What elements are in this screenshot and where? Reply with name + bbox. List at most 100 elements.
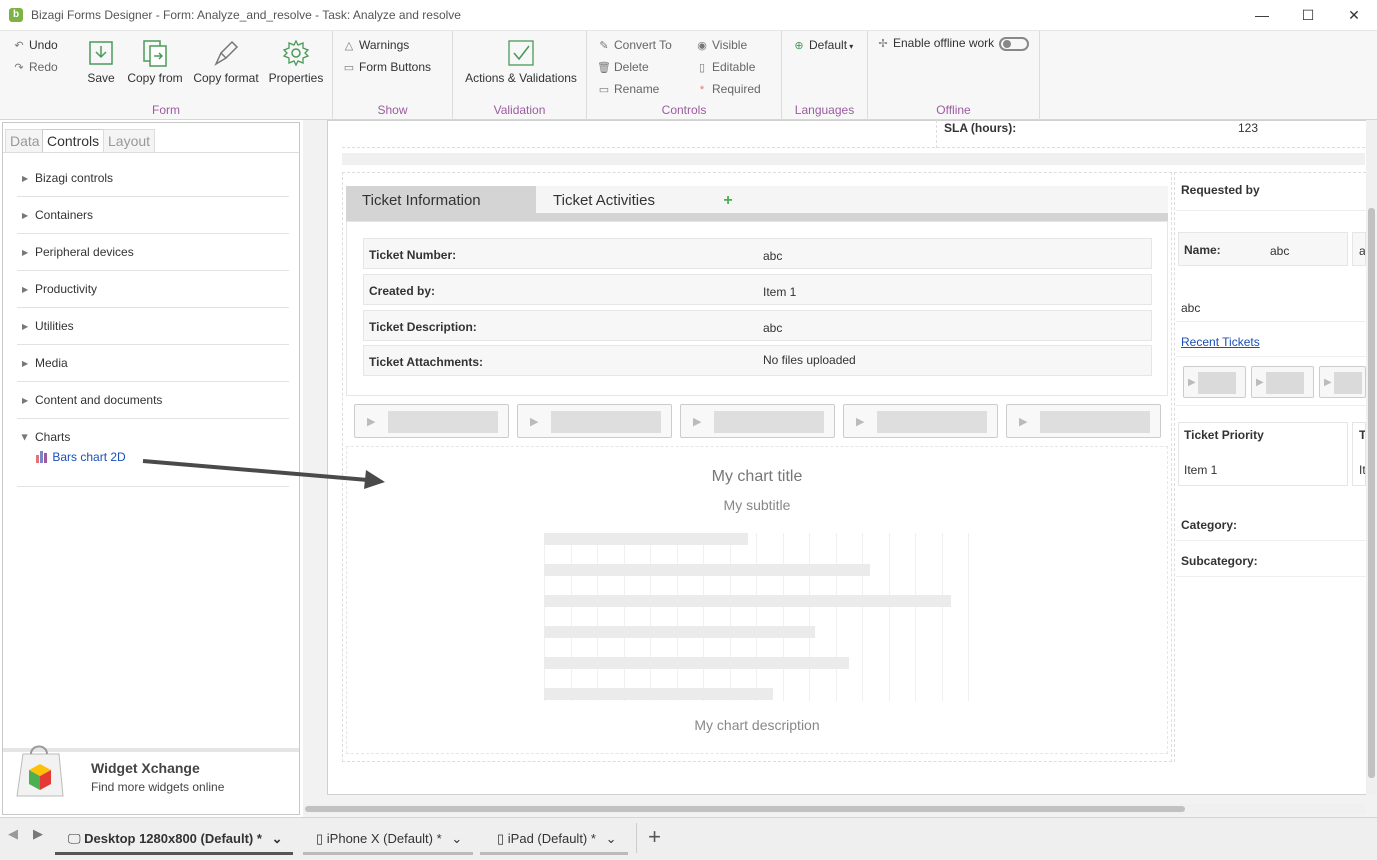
category-productivity[interactable]: ▶ Productivity (17, 271, 289, 308)
horizontal-scrollbar[interactable] (303, 804, 1366, 814)
chart-gridline (915, 533, 916, 701)
show-group: △ Warnings ▭ Form Buttons Show (333, 31, 453, 120)
globe-icon: ⊕ (794, 40, 804, 52)
created-by-field[interactable]: Created by: Item 1 (363, 274, 1152, 305)
tab-ticket-information[interactable]: Ticket Information (346, 186, 536, 214)
tab-desktop[interactable]: 🖵 Desktop 1280x800 (Default) * ⌄ (68, 828, 282, 852)
ticket-description-field[interactable]: Ticket Description: abc (363, 310, 1152, 341)
recent-button-3[interactable]: ▶ (1319, 366, 1366, 398)
required-button[interactable]: * Required (695, 82, 761, 96)
recent-button-1[interactable]: ▶ (1183, 366, 1246, 398)
field-value: a (1359, 244, 1366, 258)
chevron-down-icon[interactable]: ⌄ (606, 831, 617, 846)
category-peripheral-devices[interactable]: ▶ Peripheral devices (17, 234, 289, 271)
minimize-button[interactable]: — (1239, 0, 1285, 31)
button-placeholder (551, 411, 661, 433)
action-button-2[interactable]: ▶ (517, 404, 672, 438)
field-value: No files uploaded (763, 353, 856, 367)
vertical-scroll-thumb[interactable] (1368, 208, 1375, 778)
visible-button[interactable]: ◉ Visible (695, 38, 747, 52)
copy-from-button[interactable]: Copy from (125, 39, 185, 85)
show-group-label: Show (377, 103, 408, 117)
action-button-1[interactable]: ▶ (354, 404, 509, 438)
chart-bar (544, 564, 870, 576)
delete-button[interactable]: 🗑 Delete (597, 60, 649, 74)
chevron-down-icon[interactable]: ⌄ (272, 831, 283, 846)
save-button[interactable]: Save (86, 39, 116, 85)
subcategory-field[interactable]: Subcategory: (1176, 545, 1366, 577)
widget-xchange-banner[interactable]: Widget Xchange Find more widgets online (3, 745, 299, 813)
category-bizagi-controls[interactable]: ▶ Bizagi controls (17, 160, 289, 197)
vertical-scrollbar[interactable] (1366, 120, 1377, 795)
rename-button[interactable]: ▭ Rename (597, 82, 660, 96)
convert-to-button[interactable]: ✎ Convert To (597, 38, 671, 52)
next-arrow-icon[interactable]: ▶ (33, 826, 43, 842)
ticket-priority-field[interactable]: Ticket Priority Item 1 (1178, 422, 1348, 486)
divider (1176, 210, 1366, 211)
warnings-button[interactable]: △ Warnings (342, 38, 409, 52)
copy-format-label: Copy format (193, 71, 259, 85)
tab-data[interactable]: Data (5, 129, 45, 153)
monitor-icon: 🖵 (68, 831, 81, 846)
recent-tickets-link[interactable]: Recent Tickets (1181, 335, 1260, 349)
chart-gridline (544, 533, 545, 701)
tab-controls[interactable]: Controls (42, 129, 105, 153)
tab-ipad[interactable]: ▯ iPad (Default) * ⌄ (497, 828, 616, 852)
unsaved-mark: * (256, 831, 262, 846)
chart-title: My chart title (711, 468, 803, 485)
recent-button-2[interactable]: ▶ (1251, 366, 1314, 398)
action-button-5[interactable]: ▶ (1006, 404, 1161, 438)
category-field[interactable]: Category: (1176, 509, 1366, 541)
unsaved-mark: * (590, 831, 596, 846)
actions-validations-button[interactable]: Actions & Validations (461, 39, 581, 85)
edit-icon: ▯ (698, 62, 706, 74)
prev-arrow-icon[interactable]: ◀ (8, 826, 18, 842)
language-dropdown[interactable]: ⊕ Default ▾ (792, 38, 853, 52)
field-label: T (1359, 428, 1366, 442)
chart-gridline (862, 533, 863, 701)
category-utilities[interactable]: ▶ Utilities (17, 308, 289, 345)
collapse-icon: ▶ (20, 434, 30, 441)
add-device-button[interactable]: + (636, 823, 672, 853)
maximize-button[interactable]: ☐ (1285, 0, 1331, 31)
sla-field[interactable]: SLA (hours): 123 (936, 120, 1366, 148)
ribbon-toolbar: ↶ Undo ↷ Redo Save Copy from Copy format P… (0, 31, 1377, 120)
ticket-field-extra[interactable]: T It (1352, 422, 1366, 486)
ticket-attachments-field[interactable]: Ticket Attachments: No files uploaded (363, 345, 1152, 376)
close-button[interactable]: ✕ (1331, 0, 1377, 31)
chart-gridline (597, 533, 598, 701)
button-placeholder (1040, 411, 1150, 433)
abc-field[interactable]: abc (1176, 290, 1366, 322)
tab-layout[interactable]: Layout (103, 129, 156, 153)
ticket-number-field[interactable]: Ticket Number: abc (363, 238, 1152, 269)
tab-ticket-activities[interactable]: Ticket Activities (537, 186, 709, 214)
bars-chart-2d-item[interactable]: Bars chart 2D (35, 449, 126, 465)
action-button-3[interactable]: ▶ (680, 404, 835, 438)
form-buttons-button[interactable]: ▭ Form Buttons (342, 60, 431, 74)
save-label: Save (87, 71, 115, 85)
action-button-4[interactable]: ▶ (843, 404, 998, 438)
separator-band (342, 153, 1365, 165)
category-containers[interactable]: ▶ Containers (17, 197, 289, 234)
asterisk-icon: * (699, 84, 705, 96)
add-tab-icon[interactable]: + (716, 190, 740, 212)
horizontal-scroll-thumb[interactable] (305, 806, 1185, 812)
properties-button[interactable]: Properties (267, 39, 325, 85)
name-field[interactable]: Name: abc (1178, 232, 1348, 266)
category-label: Peripheral devices (35, 245, 134, 259)
offline-toggle[interactable] (999, 36, 1030, 51)
controls-group-label: Controls (661, 103, 707, 117)
undo-button[interactable]: ↶ Undo (12, 38, 57, 52)
field-value: abc (763, 249, 783, 263)
chart-gridline (809, 533, 810, 701)
tab-indicator (480, 852, 628, 855)
redo-button[interactable]: ↷ Redo (12, 60, 57, 74)
category-media[interactable]: ▶ Media (17, 345, 289, 382)
category-content-documents[interactable]: ▶ Content and documents (17, 382, 289, 419)
editable-button[interactable]: ▯ Editable (695, 60, 755, 74)
name-field-extra[interactable]: a (1352, 232, 1366, 266)
copy-format-button[interactable]: Copy format (191, 39, 261, 85)
redo-icon: ↷ (14, 62, 24, 74)
chevron-down-icon[interactable]: ⌄ (451, 831, 462, 846)
tab-iphone[interactable]: ▯ iPhone X (Default) * ⌄ (316, 828, 462, 852)
